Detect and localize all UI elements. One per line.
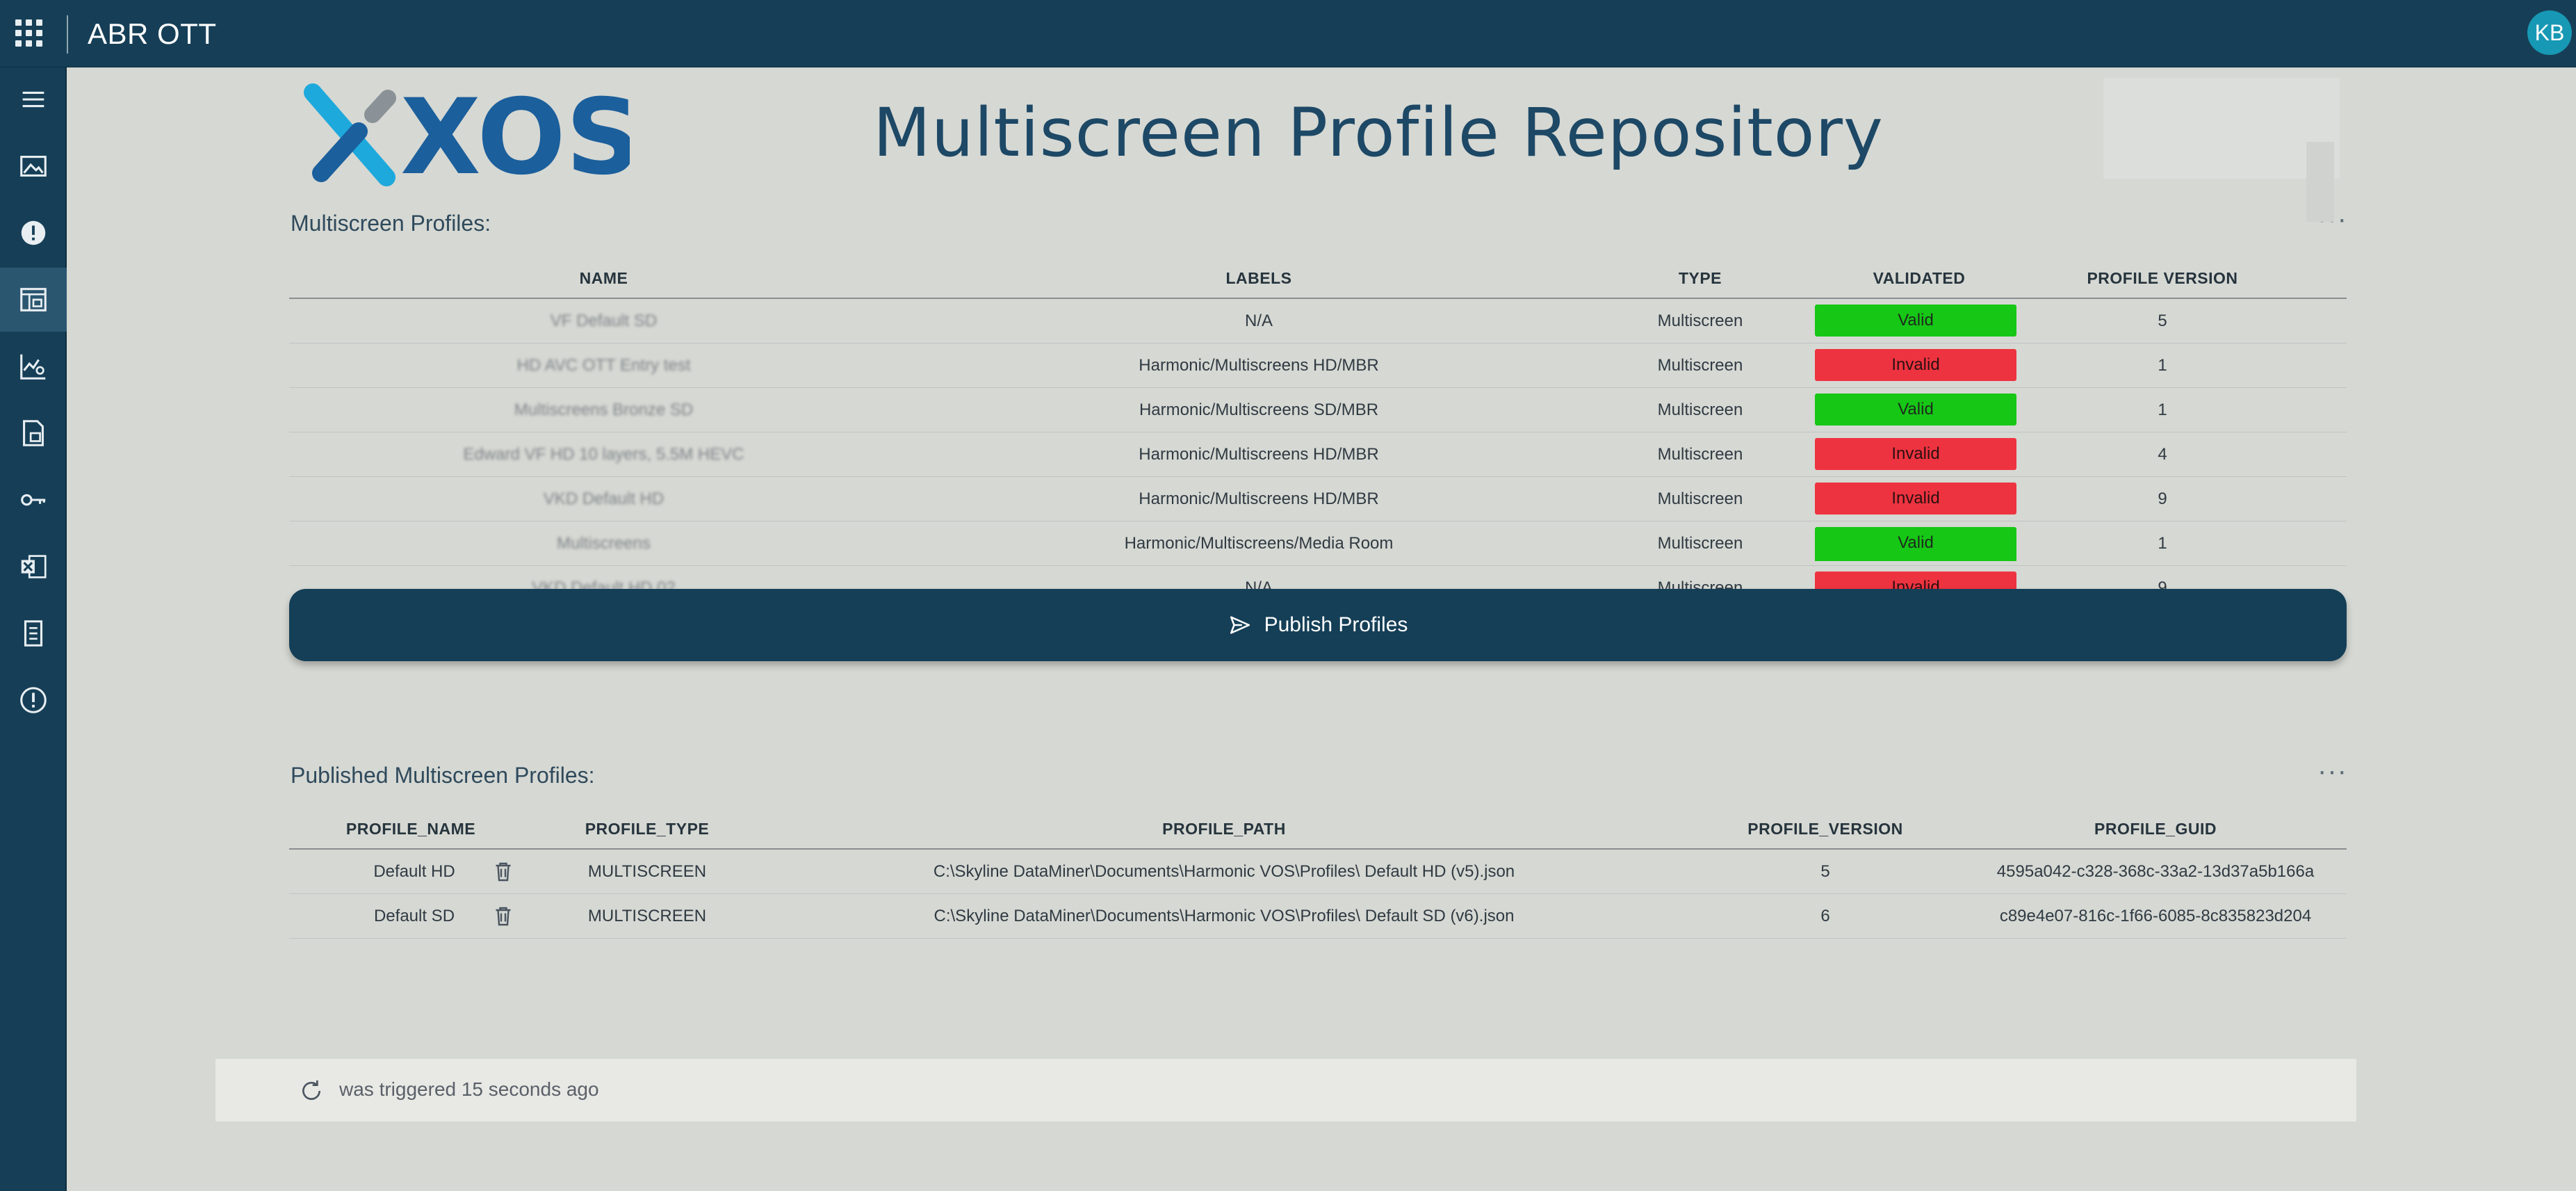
image-icon[interactable] [0,134,67,198]
table-row[interactable]: HD AVC OTT Entry test Harmonic/Multiscree… [289,343,2347,388]
column-header-name[interactable]: NAME [289,257,918,299]
report-icon[interactable] [0,401,67,465]
dashboard-icon[interactable] [0,268,67,332]
sidebar [0,67,67,1191]
validated-badge: Invalid [1815,438,2016,470]
excel-icon[interactable] [0,535,67,599]
profile-version-cell: 1 [2158,356,2167,375]
xos-logo: XOS [304,83,630,187]
profiles-section-title: Multiscreen Profiles: [291,211,491,236]
profile-type-cell: Multiscreen [1657,400,1743,419]
profile-type-cell: Multiscreen [1657,311,1743,330]
table-row[interactable]: VF Default SD N/A Multiscreen Valid 5 [289,299,2347,343]
table-row[interactable]: Default SD MULTISCREEN C:\Skyline DataMine… [289,894,2347,939]
published-type-cell: MULTISCREEN [587,862,707,881]
profile-type-cell: Multiscreen [1657,489,1743,508]
table-row[interactable]: VKD Default HD Harmonic/Multiscreens HD/M… [289,477,2347,521]
validated-badge: Invalid [1815,483,2016,515]
validated-badge: Valid [1815,305,2016,337]
table-row[interactable]: Edward VF HD 10 layers, 5.5M HEVC Harmoni… [289,432,2347,477]
published-type-cell: MULTISCREEN [587,907,707,925]
profile-type-cell: Multiscreen [1657,534,1743,553]
column-header-profile-version[interactable]: PROFILE VERSION [2037,257,2288,299]
logo-text: XOS [400,83,630,187]
chart-user-icon[interactable] [0,334,67,398]
profile-name-cell: HD AVC OTT Entry test [516,356,691,375]
profile-name-cell: VF Default SD [550,311,658,330]
refresh-icon[interactable] [297,1077,325,1105]
column-header-profile-version[interactable]: PROFILE_VERSION [1686,808,1964,850]
publish-profiles-button[interactable]: Publish Profiles [289,589,2347,661]
alert-icon[interactable] [0,201,67,265]
published-name-cell: Default HD [373,862,455,881]
published-path-cell: C:\Skyline DataMiner\Documents\Harmonic … [934,907,1515,925]
profile-version-cell: 4 [2158,445,2167,464]
profile-version-cell: 9 [2158,489,2167,508]
published-path-cell: C:\Skyline DataMiner\Documents\Harmonic … [933,862,1515,881]
table-row[interactable]: Multiscreens Harmonic/Multiscreens/Media … [289,521,2347,566]
profile-type-cell: Multiscreen [1657,445,1743,464]
validated-badge: Valid [1815,394,2016,426]
info-alert-icon[interactable] [0,668,67,732]
top-bar: ABR OTT KB [0,0,2576,67]
validated-badge: Invalid [1815,349,2016,381]
published-name-cell: Default SD [373,907,455,925]
app-title: ABR OTT [88,17,217,50]
profile-name-cell: Multiscreens [557,534,651,553]
published-more-button[interactable]: ··· [2317,756,2347,787]
published-guid-cell: c89e4e07-816c-1f66-6085-8c835823d204 [1999,907,2312,925]
published-version-cell: 6 [1820,907,1830,925]
published-section-title: Published Multiscreen Profiles: [291,763,595,788]
profile-labels-cell: Harmonic/Multiscreens SD/MBR [1139,400,1379,419]
status-footer: was triggered 15 seconds ago [215,1059,2356,1121]
column-header-profile-name[interactable]: PROFILE_NAME [289,808,532,850]
publish-profiles-label: Publish Profiles [1264,613,1408,636]
profile-labels-cell: Harmonic/Multiscreens/Media Room [1124,534,1394,553]
column-header-profile-type[interactable]: PROFILE_TYPE [532,808,762,850]
table-row[interactable]: Default HD MULTISCREEN C:\Skyline DataMine… [289,850,2347,894]
profile-name-cell: Multiscreens Bronze SD [514,400,694,419]
delete-trash-icon[interactable] [491,904,516,929]
page-title: Multiscreen Profile Repository [873,94,1884,172]
column-header-type[interactable]: TYPE [1599,257,1801,299]
profile-version-cell: 1 [2158,534,2167,553]
delete-trash-icon[interactable] [491,859,516,884]
checklist-icon[interactable] [0,601,67,665]
profile-type-cell: Multiscreen [1657,356,1743,375]
profiles-scrollbar[interactable] [2306,142,2334,222]
ghost-panel [2103,78,2340,179]
profile-name-cell: VKD Default HD [543,489,665,508]
profile-name-cell: Edward VF HD 10 layers, 5.5M HEVC [463,445,744,464]
published-version-cell: 5 [1820,862,1830,881]
status-text: was triggered 15 seconds ago [339,1078,599,1100]
profile-labels-cell: N/A [1244,311,1273,330]
apps-grid-icon[interactable] [15,19,44,49]
published-guid-cell: 4595a042-c328-368c-33a2-13d37a5b166a [1996,862,2315,881]
profile-version-cell: 1 [2158,400,2167,419]
column-header-profile-guid[interactable]: PROFILE_GUID [1964,808,2347,850]
column-header-labels[interactable]: LABELS [918,257,1599,299]
profile-labels-cell: Harmonic/Multiscreens HD/MBR [1139,489,1379,508]
partial-validated-badge [1815,551,2016,561]
published-table-header: PROFILE_NAME PROFILE_TYPE PROFILE_PATH P… [289,808,2347,850]
profiles-table-header: NAME LABELS TYPE VALIDATED PROFILE VERSI… [289,257,2347,299]
user-avatar[interactable]: KB [2527,10,2572,55]
profile-version-cell: 5 [2158,311,2167,330]
table-row[interactable]: Multiscreens Bronze SD Harmonic/Multiscre… [289,388,2347,432]
profile-labels-cell: Harmonic/Multiscreens HD/MBR [1139,356,1379,375]
column-header-validated[interactable]: VALIDATED [1801,257,2037,299]
column-header-profile-path[interactable]: PROFILE_PATH [762,808,1686,850]
menu-icon[interactable] [0,67,67,131]
profile-labels-cell: Harmonic/Multiscreens HD/MBR [1139,445,1379,464]
header-divider [67,15,68,54]
send-icon [1230,616,1250,634]
key-icon[interactable] [0,468,67,532]
